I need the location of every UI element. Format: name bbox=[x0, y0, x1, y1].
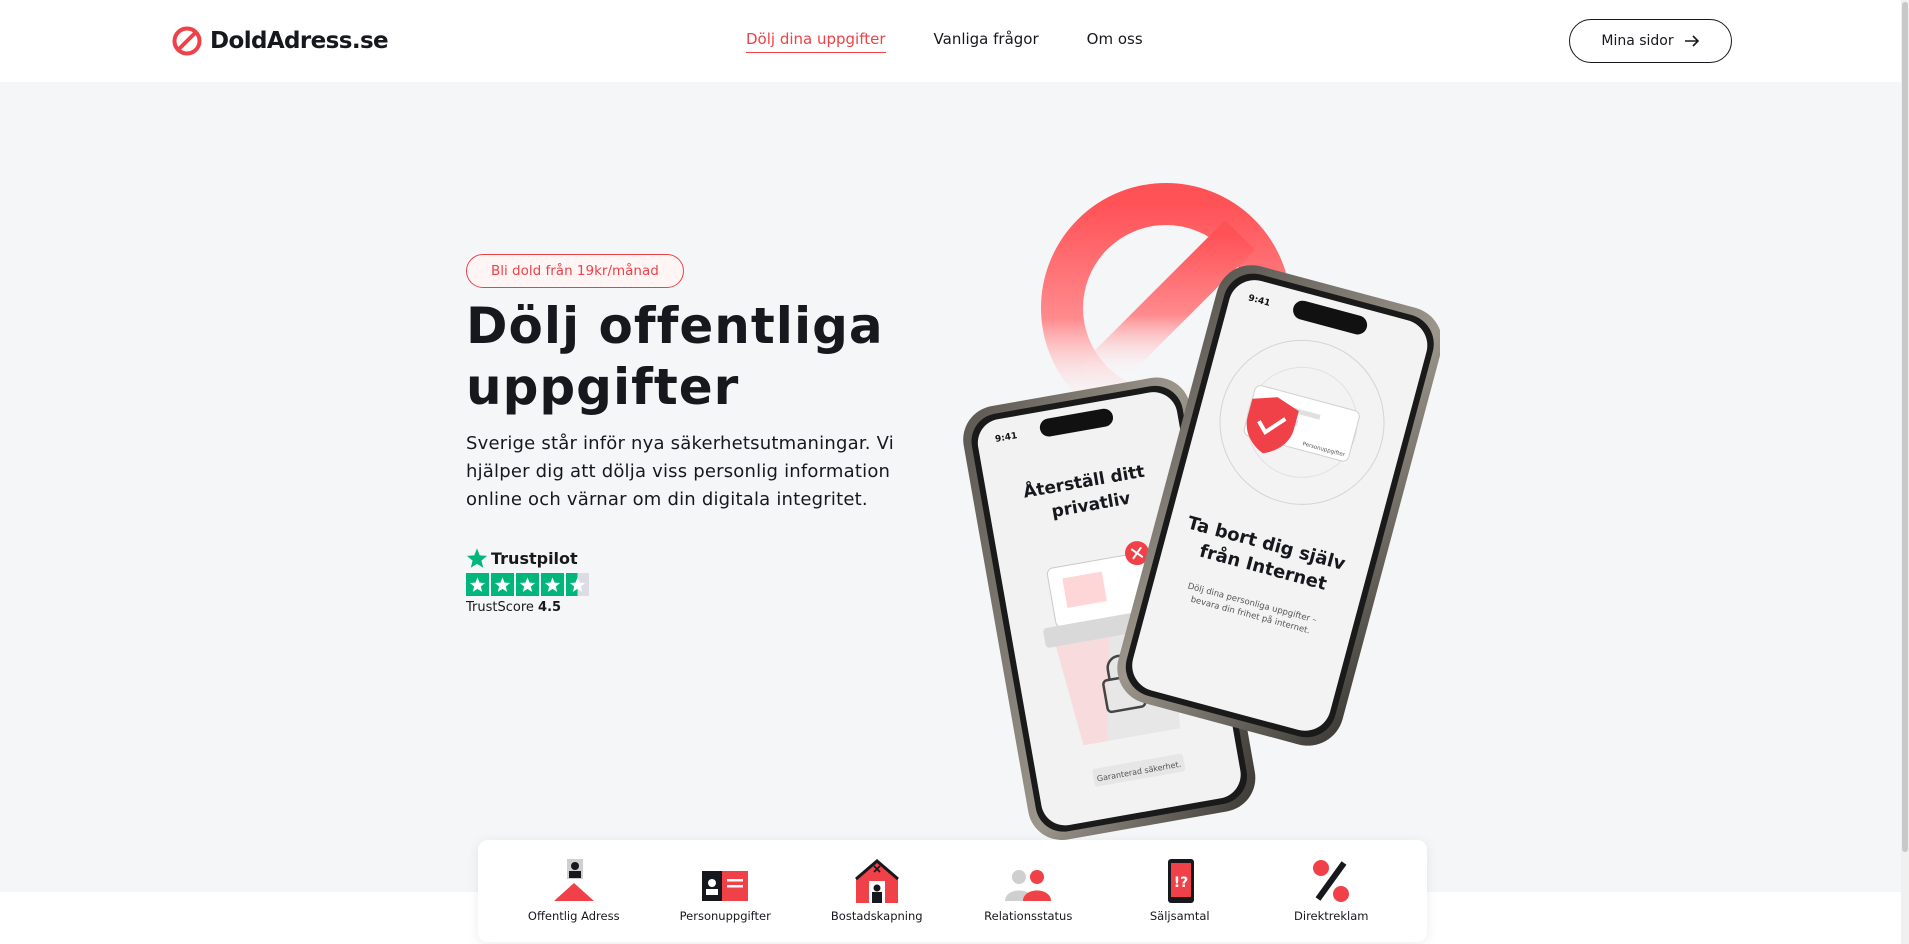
trustpilot-widget[interactable]: Trustpilot TrustScore 4.5 bbox=[466, 547, 589, 615]
trustpilot-star-5 bbox=[566, 573, 589, 596]
mina-sidor-button[interactable]: Mina sidor bbox=[1569, 19, 1732, 63]
hero-section bbox=[0, 82, 1909, 892]
logo-link[interactable]: DoldAdress.se bbox=[172, 26, 389, 56]
hero-lead: Sverige står inför nya säkerhetsutmaning… bbox=[466, 433, 894, 510]
arrow-right-icon bbox=[1684, 35, 1699, 47]
trustscore: TrustScore 4.5 bbox=[466, 600, 562, 615]
site-header: DoldAdress.se Dölj dina uppgifter Vanlig… bbox=[0, 0, 1909, 82]
house-hijack-icon bbox=[854, 859, 899, 903]
trustpilot-stars bbox=[466, 573, 589, 596]
category-sales-call[interactable]: !? Säljsamtal bbox=[1110, 859, 1250, 923]
nav-link-about[interactable]: Om oss bbox=[1087, 30, 1143, 53]
category-direct-ad[interactable]: Direktreklam bbox=[1261, 859, 1401, 923]
public-address-icon bbox=[553, 859, 594, 901]
nav-link-dolj[interactable]: Dölj dina uppgifter bbox=[746, 30, 886, 53]
price-badge[interactable]: Bli dold från 19kr/månad bbox=[466, 254, 684, 288]
trustpilot-brand: Trustpilot bbox=[466, 547, 589, 569]
main-nav: Dölj dina uppgifter Vanliga frågor Om os… bbox=[746, 30, 1143, 53]
trustpilot-star-3 bbox=[516, 573, 539, 596]
category-relationship[interactable]: Relationsstatus bbox=[958, 859, 1098, 923]
scrollbar-thumb[interactable] bbox=[1902, 2, 1908, 852]
svg-text:!?: !? bbox=[1173, 875, 1188, 891]
page: DoldAdress.se Dölj dina uppgifter Vanlig… bbox=[0, 0, 1909, 944]
personal-data-icon bbox=[702, 871, 749, 901]
category-house-hijack[interactable]: Bostadskapning bbox=[807, 859, 947, 923]
hero-title: Dölj offentliga uppgifter bbox=[466, 297, 884, 416]
trustpilot-star-1 bbox=[466, 573, 489, 596]
trustpilot-star-2 bbox=[491, 573, 514, 596]
direct-ad-icon bbox=[1313, 860, 1350, 902]
category-bar: Offentlig Adress Personuppgifter Bostads… bbox=[478, 840, 1427, 942]
trustpilot-star-icon bbox=[466, 548, 488, 568]
hero-phones-illustration: 9:41 Återställ ditt privatliv Garanterad… bbox=[963, 183, 1440, 840]
mina-sidor-label: Mina sidor bbox=[1601, 33, 1674, 49]
sales-call-icon: !? bbox=[1167, 859, 1194, 903]
category-public-address[interactable]: Offentlig Adress bbox=[504, 859, 644, 923]
nav-link-faq[interactable]: Vanliga frågor bbox=[934, 30, 1039, 53]
logo-mark-icon bbox=[172, 26, 202, 56]
logo-text: DoldAdress.se bbox=[210, 28, 389, 54]
relationship-icon bbox=[1005, 870, 1052, 901]
trustpilot-star-4 bbox=[541, 573, 564, 596]
category-personal-data[interactable]: Personuppgifter bbox=[655, 859, 795, 923]
page-scrollbar[interactable] bbox=[1901, 0, 1909, 944]
